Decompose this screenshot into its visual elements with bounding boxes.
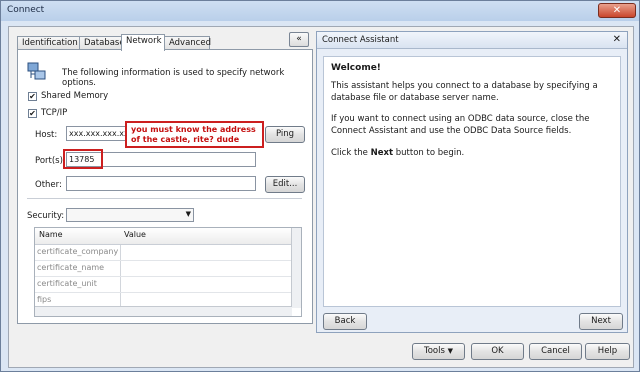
tcpip-checkbox[interactable]: ✔: [28, 109, 37, 118]
column-header-name: Name: [39, 230, 63, 239]
network-info-text: The following information is used to spe…: [62, 68, 285, 88]
grid-header: Name Value: [35, 228, 292, 245]
port-highlight-box: [63, 149, 103, 169]
tcpip-label: TCP/IP: [41, 108, 68, 118]
shared-memory-label: Shared Memory: [41, 91, 109, 101]
next-button[interactable]: Next: [579, 313, 623, 330]
back-button[interactable]: Back: [323, 313, 367, 330]
assistant-paragraph-3: Click the Next button to begin.: [331, 148, 465, 158]
shared-memory-checkbox[interactable]: ✔: [28, 92, 37, 101]
table-row[interactable]: certificate_company: [35, 245, 292, 261]
assistant-close-icon[interactable]: ✕: [613, 34, 621, 45]
dialog-client: Identification Database Network Advanced…: [8, 26, 634, 368]
tools-label: Tools: [423, 346, 445, 356]
title-bar[interactable]: Connect ✕: [1, 1, 639, 21]
row-name: certificate_company: [37, 247, 119, 256]
assistant-header: Connect Assistant ✕: [317, 32, 627, 49]
port-label: Port(s):: [35, 156, 66, 166]
table-row[interactable]: certificate_unit: [35, 277, 292, 293]
connect-window: Connect ✕ Identification Database Networ…: [0, 0, 640, 372]
tab-network[interactable]: Network: [121, 34, 165, 51]
collapse-assistant-button[interactable]: «: [289, 32, 309, 47]
vertical-scrollbar[interactable]: [291, 228, 301, 308]
row-name: certificate_name: [37, 263, 105, 272]
assistant-paragraph-2: If you want to connect using an ODBC dat…: [331, 114, 590, 136]
chevron-down-icon: ▼: [447, 347, 454, 355]
tab-database[interactable]: Database: [79, 36, 125, 50]
assistant-paragraph-1: This assistant helps you connect to a da…: [331, 81, 598, 103]
horizontal-scrollbar[interactable]: [35, 306, 292, 316]
cancel-button[interactable]: Cancel: [529, 343, 582, 360]
window-title: Connect: [7, 5, 45, 15]
welcome-heading: Welcome!: [331, 63, 381, 73]
annotation-callout: you must know the address of the castle,…: [125, 121, 264, 148]
table-row[interactable]: certificate_name: [35, 261, 292, 277]
help-button[interactable]: Help: [585, 343, 630, 360]
column-header-value: Value: [124, 230, 146, 239]
connect-assistant-pane: Connect Assistant ✕ Welcome! This assist…: [316, 31, 628, 333]
security-label: Security:: [27, 211, 65, 221]
tab-advanced[interactable]: Advanced: [164, 36, 211, 50]
assistant-body: Welcome! This assistant helps you connec…: [323, 56, 621, 307]
ok-button[interactable]: OK: [471, 343, 524, 360]
row-name: certificate_unit: [37, 279, 97, 288]
other-label: Other:: [35, 180, 62, 190]
row-name: fips: [37, 295, 52, 304]
window-close-button[interactable]: ✕: [598, 3, 636, 18]
property-grid[interactable]: Name Value certificate_company certifica…: [34, 227, 302, 317]
assistant-title: Connect Assistant: [322, 35, 399, 45]
tab-identification[interactable]: Identification: [17, 36, 80, 50]
security-combo[interactable]: ▼: [66, 208, 194, 222]
host-label: Host:: [35, 130, 58, 140]
ping-button[interactable]: Ping: [265, 126, 305, 143]
edit-button[interactable]: Edit...: [265, 176, 305, 193]
tools-button[interactable]: Tools ▼: [412, 343, 465, 360]
network-icon: [27, 62, 46, 80]
other-field[interactable]: [66, 176, 256, 191]
chevron-down-icon: ▼: [185, 210, 191, 218]
separator: [27, 198, 302, 199]
